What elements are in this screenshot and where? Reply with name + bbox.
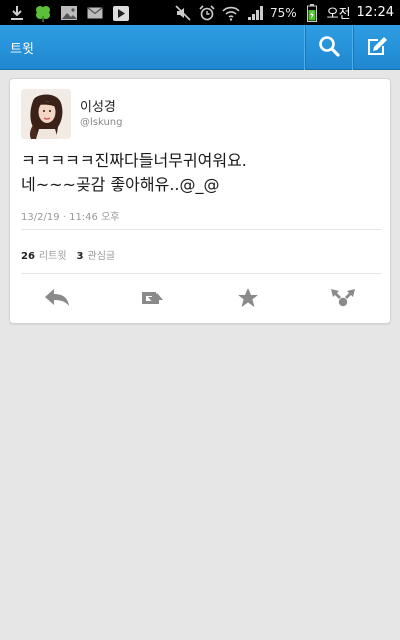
system-icons: 75% 오전 12:24 xyxy=(174,3,394,22)
avatar[interactable] xyxy=(21,89,71,139)
download-icon xyxy=(8,4,26,22)
compose-icon xyxy=(365,34,389,62)
search-icon xyxy=(318,35,340,61)
share-icon xyxy=(330,287,356,313)
clover-icon xyxy=(34,4,52,22)
retweet-count: 26 xyxy=(21,251,35,262)
tweet-text: ㅋㅋㅋㅋㅋ진짜다들너무귀여워요. 네~~~곶감 좋아해유..@_@ xyxy=(21,149,381,197)
tweet-text-line: ㅋㅋㅋㅋㅋ진짜다들너무귀여워요. xyxy=(21,151,247,170)
tweet-timestamp: 13/2/19 · 11:46 오후 xyxy=(21,212,120,223)
alarm-icon xyxy=(198,4,216,22)
retweet-button[interactable] xyxy=(130,285,174,315)
app-bar: 트윗 xyxy=(0,25,400,70)
search-button[interactable] xyxy=(304,25,352,70)
reply-icon xyxy=(44,288,70,312)
clock-ampm: 오전 xyxy=(326,7,351,22)
user-handle[interactable]: @lskung xyxy=(80,117,123,128)
tweet-text-line: 네~~~곶감 좋아해유..@_@ xyxy=(21,175,220,194)
tweet-card: 이성경 @lskung ㅋㅋㅋㅋㅋ진짜다들너무귀여워요. 네~~~곶감 좋아해유… xyxy=(9,78,391,324)
clock-time: 12:24 xyxy=(356,5,394,20)
user-name[interactable]: 이성경 xyxy=(80,96,116,115)
retweet-label: 리트윗 xyxy=(38,251,67,262)
favorite-count: 3 xyxy=(76,251,84,262)
share-button[interactable] xyxy=(321,285,365,315)
image-icon xyxy=(60,4,78,22)
signal-icon xyxy=(246,4,264,22)
retweet-stat[interactable]: 26 리트윗 xyxy=(21,247,67,262)
favorite-icon xyxy=(237,287,259,313)
battery-icon xyxy=(303,3,321,22)
favorite-stat[interactable]: 3 관심글 xyxy=(77,247,116,262)
notification-icons xyxy=(8,3,130,22)
favorite-button[interactable] xyxy=(226,285,270,315)
divider xyxy=(21,273,381,274)
wifi-icon xyxy=(222,4,240,22)
tweet-actions xyxy=(10,285,390,315)
retweet-icon xyxy=(137,288,167,312)
mute-icon xyxy=(174,4,192,22)
play-store-icon xyxy=(112,4,130,22)
battery-percent: 75% xyxy=(269,5,297,20)
reply-button[interactable] xyxy=(35,285,79,315)
app-bar-title: 트윗 xyxy=(10,42,34,57)
divider xyxy=(21,229,381,230)
status-bar: 75% 오전 12:24 xyxy=(0,0,400,25)
tweet-stats: 26 리트윗 3 관심글 xyxy=(21,247,115,262)
favorite-label: 관심글 xyxy=(87,251,116,262)
compose-button[interactable] xyxy=(352,25,400,70)
mail-icon xyxy=(86,4,104,22)
